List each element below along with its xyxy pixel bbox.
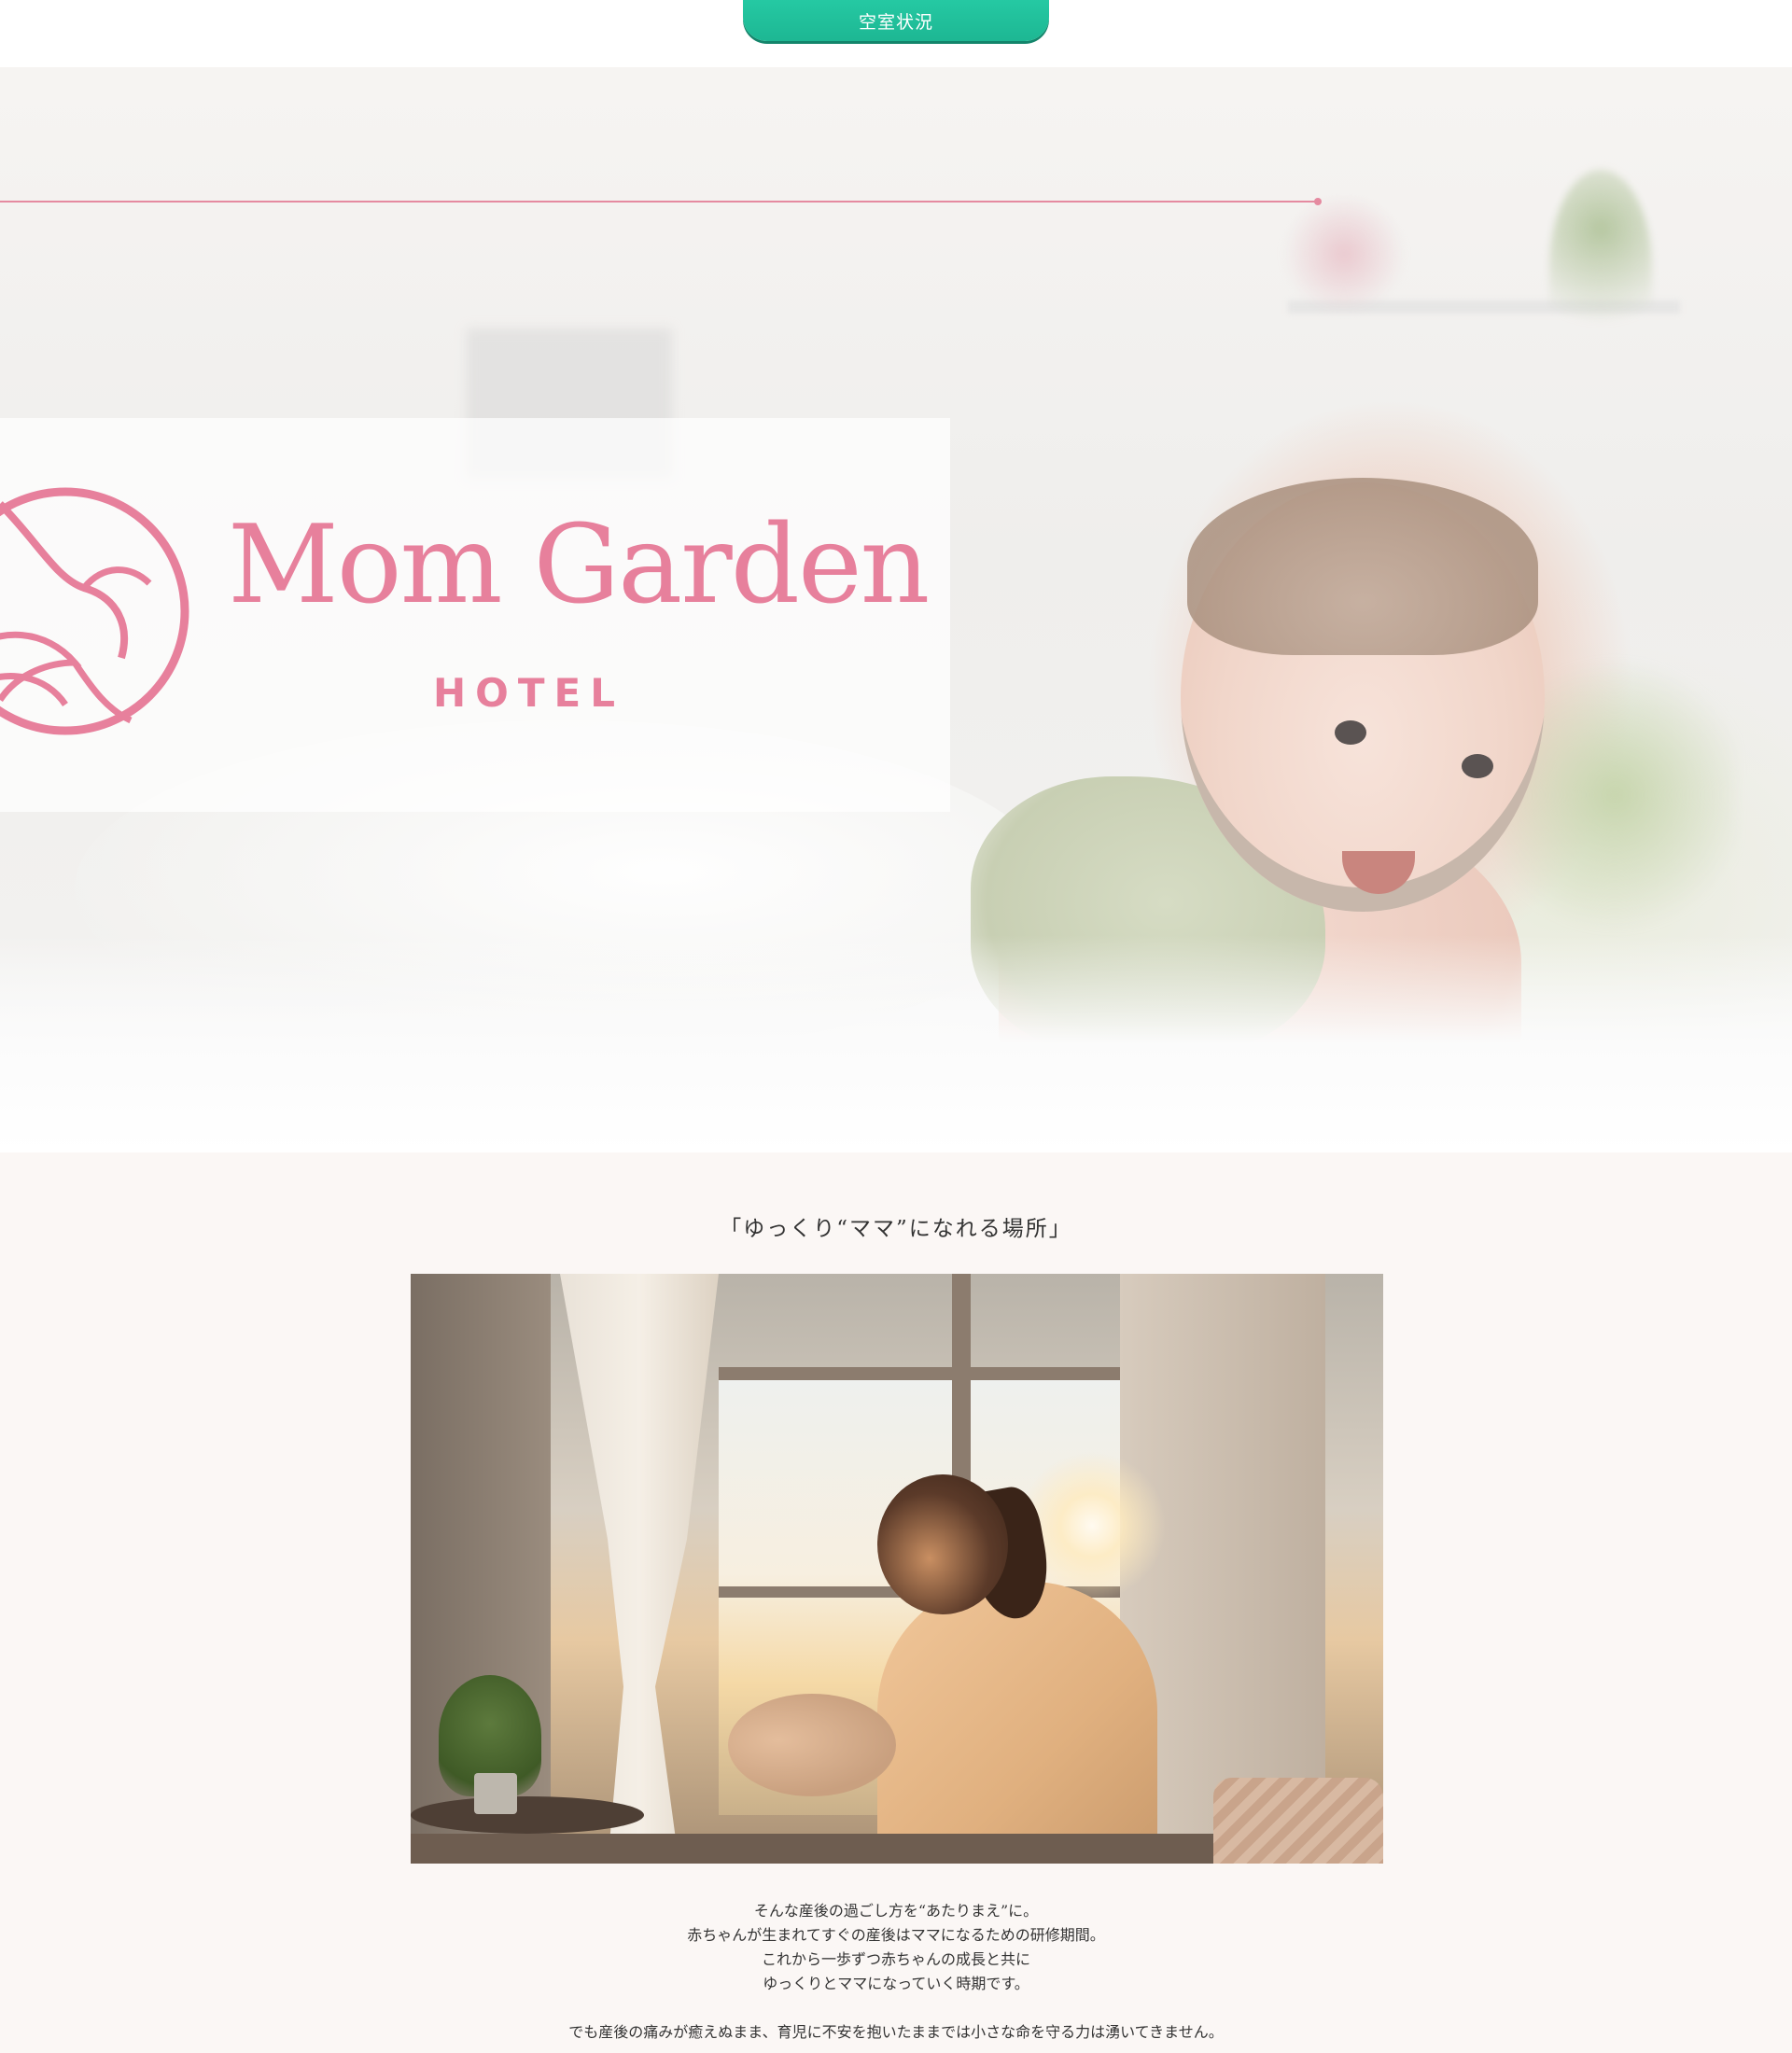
intro-line: そんな産後の過ごし方を“あたりまえ”に。: [753, 1902, 1039, 1920]
photo-curtain: [560, 1274, 719, 1864]
logo-panel: Mom Garden HOTEL: [0, 418, 950, 812]
intro-line: これから一歩ずつ赤ちゃんの成長と共に: [761, 1950, 1030, 1968]
background-flowers: [1279, 198, 1409, 310]
photo-table: [411, 1796, 644, 1834]
baby-eye: [1335, 720, 1366, 745]
top-bar: 空室状況: [0, 0, 1792, 67]
background-plant: [1549, 170, 1652, 366]
intro-line: 赤ちゃんが生まれてすぐの産後はママになるための研修期間。: [687, 1926, 1105, 1944]
logo-title: Mom Garden: [228, 502, 930, 628]
intro-heading: 「ゆっくり“ママ”になれる場所」: [720, 1217, 1072, 1241]
mother-baby-photo: [411, 1274, 1383, 1864]
hero-section: Mom Garden HOTEL: [0, 67, 1792, 1152]
vacancy-status-button[interactable]: 空室状況: [743, 0, 1049, 41]
logo-subtitle: HOTEL: [433, 670, 624, 716]
photo-window-frame: [719, 1367, 1120, 1380]
baby-eye: [1462, 754, 1493, 778]
photo-mother: [877, 1582, 1157, 1864]
intro-line: ゆっくりとママになっていく時期です。: [763, 1975, 1029, 1992]
intro-section: 「ゆっくり“ママ”になれる場所」 そんな産後の過ごし方を“あたりまえ”に。 赤ち…: [0, 1152, 1792, 2053]
photo-pot: [474, 1773, 517, 1814]
intro-text: そんな産後の過ごし方を“あたりまえ”に。 赤ちゃんが生まれてすぐの産後はママにな…: [0, 1899, 1792, 2045]
mom-garden-logo-icon: [0, 487, 189, 735]
fluffy-rug: [0, 935, 1792, 1152]
photo-cushion: [1213, 1778, 1383, 1864]
decorative-line: [0, 198, 1322, 205]
intro-line: でも産後の痛みが癒えぬまま、育児に不安を抱いたままでは小さな命を守る力は湧いてき…: [568, 2023, 1224, 2041]
photo-mother-head: [877, 1474, 1008, 1614]
baby-hair: [1187, 478, 1538, 655]
photo-baby: [728, 1694, 896, 1796]
